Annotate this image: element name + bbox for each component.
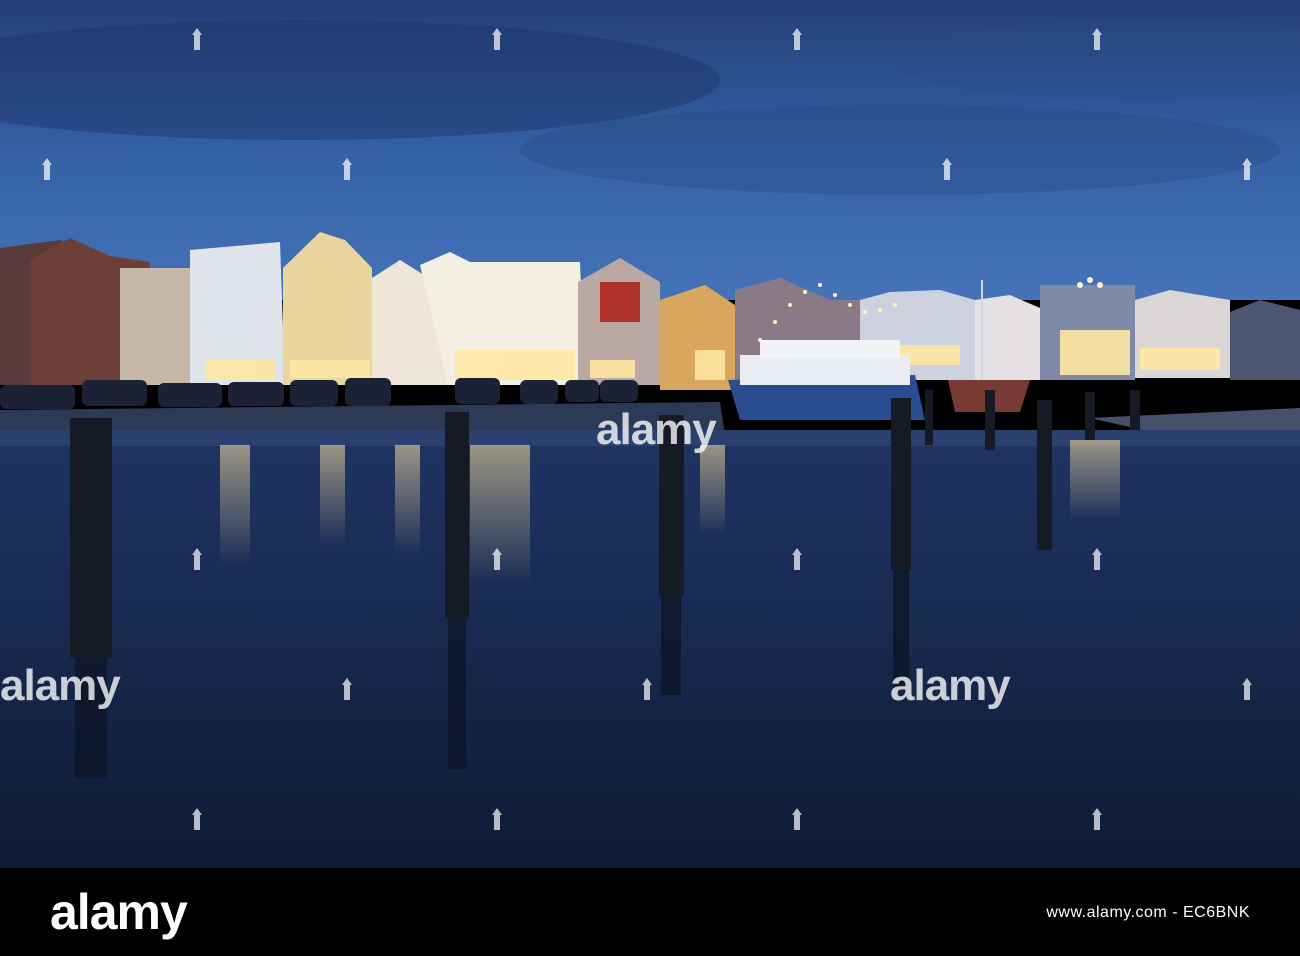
brand-logo: alamy (50, 884, 188, 940)
watermark-pin-icon (1242, 158, 1252, 180)
watermark-center: alamy (596, 405, 717, 454)
watermark-pin-icon (792, 548, 802, 570)
watermark-pin-icon (342, 678, 352, 700)
watermark-pin-icon (42, 158, 52, 180)
watermark-pin-icon (1092, 808, 1102, 830)
watermark-pin-icon (492, 28, 502, 50)
watermark-pin-icon (642, 678, 652, 700)
watermark-pin-icon (342, 158, 352, 180)
watermark-pin-icon (792, 28, 802, 50)
watermark-pin-icon (1092, 548, 1102, 570)
watermark-left: alamy (0, 661, 121, 710)
watermark-pin-icon (192, 28, 202, 50)
watermark-pin-icon (1242, 678, 1252, 700)
image-id: www.alamy.com - EC6BNK (1046, 904, 1250, 921)
watermark-pin-icon (492, 548, 502, 570)
watermark-pin-icon (942, 158, 952, 180)
watermark-right: alamy (890, 661, 1011, 710)
watermark-pin-icon (192, 808, 202, 830)
watermark-pin-icon (192, 548, 202, 570)
watermark-pin-icon (492, 808, 502, 830)
watermark-pin-icon (792, 808, 802, 830)
watermark-pin-icon (1092, 28, 1102, 50)
